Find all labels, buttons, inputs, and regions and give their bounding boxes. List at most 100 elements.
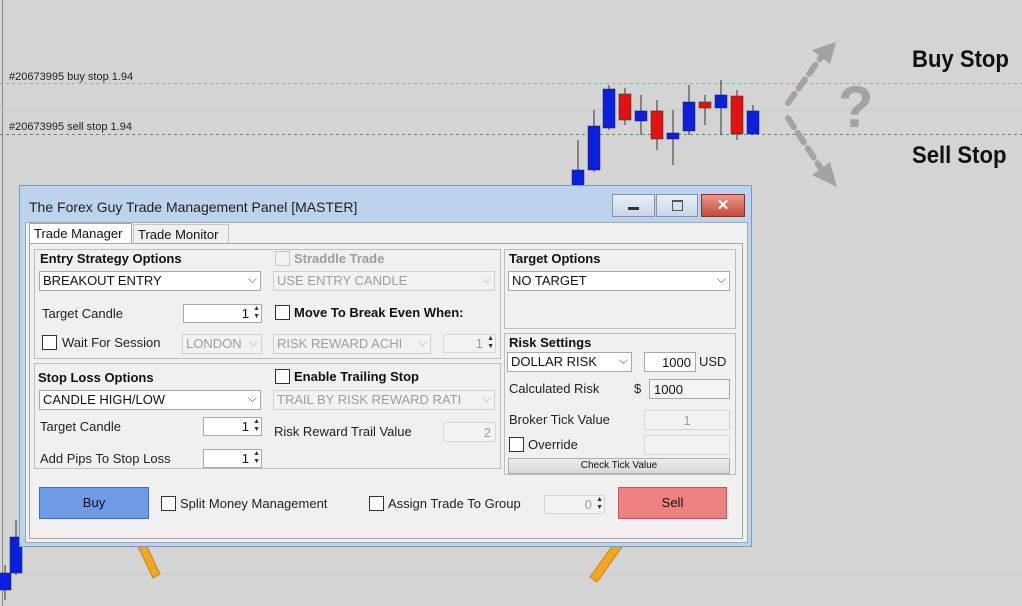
add-pips-label: Add Pips To Stop Loss <box>40 451 171 466</box>
spinner-arrows-icon: ▲ ▼ <box>253 418 260 433</box>
spinner-arrows-icon: ▲ ▼ <box>487 335 494 350</box>
spinner-arrows-icon: ▲ ▼ <box>596 496 603 511</box>
trailing-stop-checkbox[interactable] <box>275 369 290 384</box>
candle-body <box>682 101 696 132</box>
candle-body <box>650 110 664 140</box>
group-number-spinner[interactable]: 0 ▲ ▼ <box>544 495 605 514</box>
wait-session-label: Wait For Session <box>62 335 161 350</box>
straddle-trade-checkbox[interactable] <box>275 251 290 266</box>
candle-body <box>618 93 632 121</box>
risk-mode-select[interactable]: DOLLAR RISK ⌵ <box>507 352 632 372</box>
group-number-value: 0 <box>584 497 592 512</box>
assign-group-checkbox[interactable] <box>369 496 384 511</box>
target-options-heading: Target Options <box>509 251 601 266</box>
sl-target-candle-label: Target Candle <box>40 419 121 434</box>
minimize-button[interactable] <box>612 194 655 217</box>
stop-loss-mode-value: CANDLE HIGH/LOW <box>43 392 166 407</box>
chevron-down-icon: ⌵ <box>247 391 257 405</box>
minimize-icon <box>628 207 639 210</box>
chevron-down-icon: ⌵ <box>481 391 491 405</box>
chevron-down-icon: ⌵ <box>247 272 257 286</box>
tab-trade-manager[interactable]: Trade Manager <box>29 223 132 244</box>
chevron-down-icon: ⌵ <box>248 335 258 349</box>
break-even-value-spinner[interactable]: 1 ▲ ▼ <box>443 334 496 353</box>
sell-order-label: #20673995 sell stop 1.94 <box>9 121 132 133</box>
chevron-down-icon: ⌵ <box>618 353 628 367</box>
check-tick-value-button[interactable]: Check Tick Value <box>508 458 730 474</box>
straddle-trade-label: Straddle Trade <box>294 251 385 266</box>
sell-button[interactable]: Sell <box>618 487 727 519</box>
risk-amount-input[interactable]: 1000 <box>644 352 696 372</box>
break-even-value: 1 <box>475 336 483 351</box>
session-select[interactable]: LONDON ⌵ <box>182 334 262 354</box>
chevron-down-icon: ⌵ <box>417 335 427 349</box>
trail-value-input[interactable]: 2 <box>443 422 496 442</box>
buy-stop-text: Buy Stop <box>912 46 1009 73</box>
window-title: The Forex Guy Trade Management Panel [MA… <box>29 199 358 215</box>
calculated-risk-label: Calculated Risk <box>509 381 600 396</box>
candle-body <box>730 95 744 135</box>
entry-target-candle-spinner[interactable]: 1 ▲ ▼ <box>183 304 262 323</box>
maximize-button[interactable] <box>656 194 698 217</box>
spinner-arrows-icon: ▲ ▼ <box>253 305 260 320</box>
assign-group-label: Assign Trade To Group <box>388 496 521 511</box>
buy-order-label: #20673995 buy stop 1.94 <box>9 71 134 83</box>
sl-target-candle-spinner[interactable]: 1 ▲ ▼ <box>203 417 262 436</box>
override-checkbox[interactable] <box>509 437 524 452</box>
trail-value-label: Risk Reward Trail Value <box>274 424 412 439</box>
tab-trade-monitor[interactable]: Trade Monitor <box>133 224 229 244</box>
break-even-mode-value: RISK REWARD ACHI <box>277 336 403 351</box>
trailing-stop-label: Enable Trailing Stop <box>294 369 419 384</box>
target-options-value: NO TARGET <box>512 273 587 288</box>
entry-strategy-heading: Entry Strategy Options <box>40 251 182 266</box>
calculated-risk-symbol: $ <box>634 381 642 396</box>
trade-management-window: The Forex Guy Trade Management Panel [MA… <box>19 185 752 547</box>
entry-target-candle-value: 1 <box>241 306 249 321</box>
buy-stop-arrowhead <box>812 42 836 64</box>
trailing-mode-select[interactable]: TRAIL BY RISK REWARD RATI ⌵ <box>273 390 495 410</box>
add-pips-spinner[interactable]: 1 ▲ ▼ <box>203 449 262 468</box>
candle-body <box>666 132 680 140</box>
question-mark-icon: ? <box>838 75 874 140</box>
break-even-checkbox[interactable] <box>275 305 290 320</box>
sell-stop-text: Sell Stop <box>912 142 1007 169</box>
straddle-candle-value: USE ENTRY CANDLE <box>277 273 408 288</box>
window-client-area: Trade Manager Trade Monitor Entry Strate… <box>25 222 748 543</box>
sell-stop-arrow <box>785 115 825 173</box>
calculated-risk-value: 1000 <box>649 379 730 399</box>
maximize-icon <box>672 200 683 211</box>
tick-value-input[interactable]: 1 <box>644 410 730 430</box>
candle-body <box>587 125 601 171</box>
risk-currency-label: USD <box>699 354 727 369</box>
trade-manager-page: Entry Strategy Options BREAKOUT ENTRY ⌵ … <box>29 243 743 539</box>
candle-body <box>634 110 648 122</box>
candle-body <box>746 110 760 135</box>
override-label: Override <box>528 437 578 452</box>
entry-strategy-select[interactable]: BREAKOUT ENTRY ⌵ <box>39 271 261 291</box>
sl-target-candle-value: 1 <box>241 419 249 434</box>
wait-session-checkbox[interactable] <box>42 335 57 350</box>
entry-strategy-value: BREAKOUT ENTRY <box>43 273 162 288</box>
split-money-label: Split Money Management <box>180 496 328 511</box>
add-pips-value: 1 <box>241 451 249 466</box>
tick-value-label: Broker Tick Value <box>509 412 610 427</box>
stop-loss-mode-select[interactable]: CANDLE HIGH/LOW ⌵ <box>39 390 261 410</box>
candle-body <box>0 572 12 591</box>
break-even-label: Move To Break Even When: <box>294 305 464 320</box>
straddle-candle-select[interactable]: USE ENTRY CANDLE ⌵ <box>273 271 495 291</box>
close-icon: ✕ <box>716 197 730 214</box>
split-money-checkbox[interactable] <box>161 496 176 511</box>
chevron-down-icon: ⌵ <box>481 272 491 286</box>
break-even-mode-select[interactable]: RISK REWARD ACHI ⌵ <box>273 334 431 354</box>
spinner-arrows-icon: ▲ ▼ <box>253 450 260 465</box>
risk-settings-heading: Risk Settings <box>509 335 592 350</box>
close-button[interactable]: ✕ <box>701 194 745 217</box>
stop-loss-heading: Stop Loss Options <box>38 370 154 385</box>
session-value: LONDON <box>186 336 242 351</box>
entry-target-candle-label: Target Candle <box>42 306 123 321</box>
target-options-select[interactable]: NO TARGET ⌵ <box>508 271 730 291</box>
chevron-down-icon: ⌵ <box>716 272 726 286</box>
buy-button[interactable]: Buy <box>39 487 149 519</box>
candle-body <box>602 88 616 129</box>
override-input[interactable] <box>644 435 730 455</box>
